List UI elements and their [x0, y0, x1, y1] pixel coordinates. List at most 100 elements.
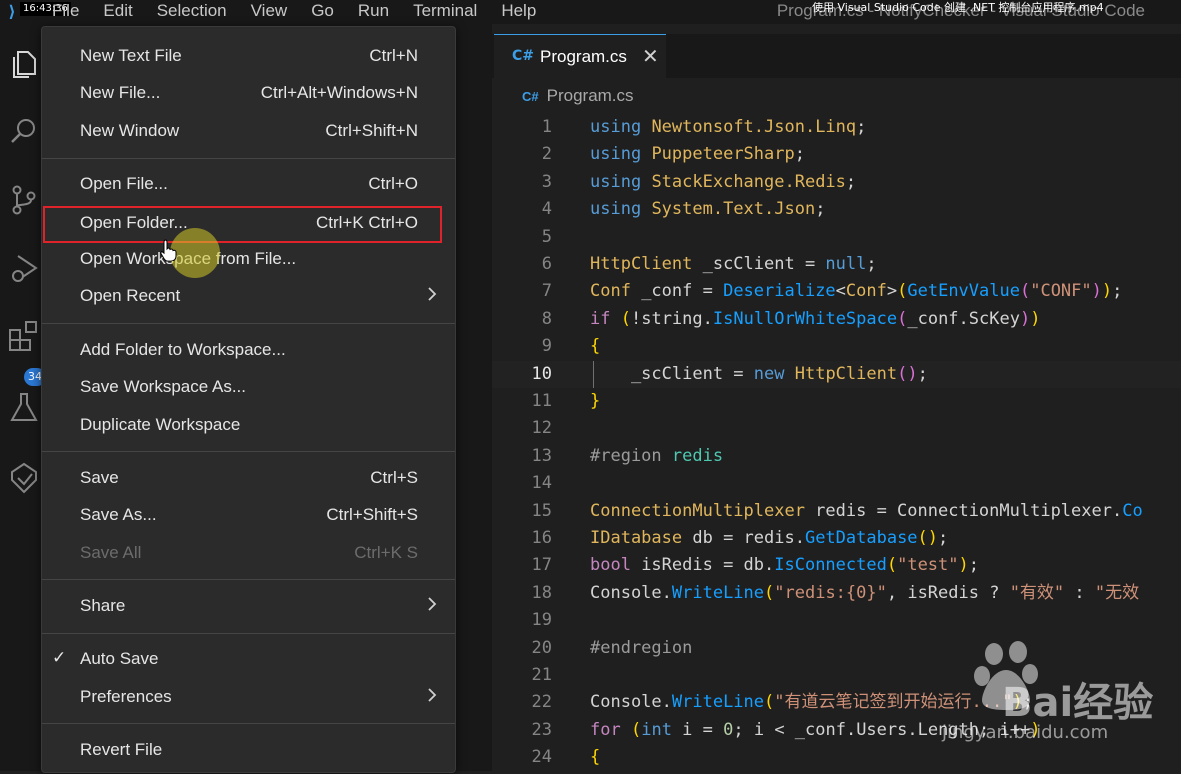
line-number: 17 [531, 555, 552, 576]
code-text: HttpClient _scClient = null; [590, 254, 877, 274]
code-text: { [590, 336, 601, 357]
menu-separator [42, 158, 455, 159]
code-text: bool isRedis = db.IsConnected("test"); [590, 555, 980, 576]
search-icon[interactable] [6, 114, 42, 150]
close-icon[interactable]: ✕ [642, 46, 659, 66]
code-line: 16 IDatabase db = redis.GetDatabase(); [492, 525, 1181, 552]
line-number: 15 [531, 500, 552, 521]
menu-item-auto-save[interactable]: ✓ Auto Save [42, 640, 455, 677]
line-number: 20 [531, 637, 552, 658]
line-number: 11 [531, 391, 552, 411]
code-text: ConnectionMultiplexer redis = Connection… [590, 500, 1143, 521]
code-text: #endregion [590, 637, 693, 658]
run-debug-icon[interactable] [6, 250, 42, 286]
source-control-icon[interactable] [6, 182, 42, 218]
code-text: IDatabase db = redis.GetDatabase(); [590, 528, 949, 548]
code-line: 4 using System.Text.Json; [492, 196, 1181, 223]
code-line: 15 ConnectionMultiplexer redis = Connect… [492, 498, 1181, 525]
code-line-current: 10 _scClient = new HttpClient(); [492, 360, 1181, 388]
menu-item-new-file[interactable]: New File... Ctrl+Alt+Windows+N [42, 74, 455, 111]
code-line: 3 using StackExchange.Redis; [492, 169, 1181, 196]
code-text: using StackExchange.Redis; [590, 171, 857, 192]
code-text: Console.WriteLine("redis:{0}", isRedis ?… [590, 582, 1140, 603]
menu-item-duplicate-workspace[interactable]: Duplicate Workspace [42, 406, 455, 443]
menu-view[interactable]: View [251, 0, 288, 24]
line-number: 10 [531, 363, 552, 384]
menu-file[interactable]: File [52, 0, 79, 24]
line-number: 13 [531, 445, 552, 466]
code-text: if (!string.IsNullOrWhiteSpace(_conf.ScK… [590, 308, 1041, 329]
checkmark-icon: ✓ [52, 648, 67, 668]
chevron-right-icon [428, 688, 437, 702]
line-number: 9 [541, 336, 552, 357]
line-number: 19 [531, 610, 552, 631]
menu-terminal[interactable]: Terminal [413, 0, 477, 24]
extensions-icon[interactable] [6, 318, 42, 354]
code-text: using PuppeteerSharp; [590, 144, 805, 165]
menu-item-open-recent[interactable]: Open Recent [42, 277, 455, 314]
code-line: 7 Conf _conf = Deserialize<Conf>(GetEnvV… [492, 278, 1181, 305]
menu-item-add-folder-to-workspace[interactable]: Add Folder to Workspace... [42, 331, 455, 368]
menu-bar: File Edit Selection View Go Run Terminal… [52, 0, 560, 24]
code-text: { [590, 747, 601, 768]
hand-cursor-icon [160, 239, 177, 261]
menu-item-open-workspace-from-file[interactable]: Open Workspace from File... [42, 240, 455, 277]
code-text: using Newtonsoft.Json.Linq; [590, 117, 867, 137]
menu-go[interactable]: Go [311, 0, 334, 24]
breadcrumb[interactable]: C# Program.cs [522, 86, 634, 106]
tab-label: Program.cs [540, 47, 627, 66]
menu-item-save[interactable]: Save Ctrl+S [42, 459, 455, 496]
line-number: 18 [531, 582, 552, 603]
menu-item-preferences[interactable]: Preferences [42, 678, 455, 715]
menu-item-share[interactable]: Share [42, 587, 455, 624]
remote-explorer-icon[interactable] [6, 460, 42, 496]
code-line: 14 [492, 470, 1181, 497]
tab-bar: C# Program.cs ✕ [492, 34, 1181, 79]
menu-separator [42, 579, 455, 580]
menu-item-new-window[interactable]: New Window Ctrl+Shift+N [42, 112, 455, 149]
menu-item-save-as[interactable]: Save As... Ctrl+Shift+S [42, 496, 455, 533]
menu-item-new-text-file[interactable]: New Text File Ctrl+N [42, 37, 455, 74]
video-title-overlay: 使用 Visual Studio Code 创建 .NET 控制台应用程序.mp… [812, 1, 1104, 14]
line-number: 16 [531, 528, 552, 548]
menu-separator [42, 633, 455, 634]
menu-separator [42, 323, 455, 324]
menu-item-save-workspace-as[interactable]: Save Workspace As... [42, 368, 455, 405]
line-number: 23 [531, 719, 552, 740]
line-number: 2 [541, 144, 552, 165]
line-number: 14 [531, 473, 552, 494]
code-line: 8 if (!string.IsNullOrWhiteSpace(_conf.S… [492, 306, 1181, 333]
tab-program-cs[interactable]: C# Program.cs ✕ [494, 34, 666, 79]
menu-selection[interactable]: Selection [157, 0, 227, 24]
title-bar: ⟩ 16:43:36 File Edit Selection View Go R… [0, 0, 1181, 24]
line-number: 5 [541, 226, 552, 247]
code-line: 6 HttpClient _scClient = null; [492, 251, 1181, 278]
line-number: 8 [541, 308, 552, 329]
code-line: 11 } [492, 388, 1181, 415]
menu-item-save-all: Save All Ctrl+K S [80, 543, 418, 562]
line-number: 4 [541, 199, 552, 220]
code-line: 18 Console.WriteLine("redis:{0}", isRedi… [492, 580, 1181, 607]
menu-item-open-file[interactable]: Open File... Ctrl+O [42, 165, 455, 202]
code-text: } [590, 391, 601, 411]
code-line: 9 { [492, 333, 1181, 360]
code-line: 13 #region redis [492, 443, 1181, 470]
code-line: 17 bool isRedis = db.IsConnected("test")… [492, 552, 1181, 579]
menu-run[interactable]: Run [358, 0, 389, 24]
line-number: 12 [531, 418, 552, 439]
file-menu: New Text File Ctrl+N New File... Ctrl+Al… [41, 26, 456, 773]
testing-icon[interactable] [6, 390, 42, 426]
menu-help[interactable]: Help [501, 0, 536, 24]
chevron-right-icon [428, 287, 437, 301]
code-line: 1 using Newtonsoft.Json.Linq; [492, 114, 1181, 141]
code-text: _scClient = new HttpClient(); [590, 363, 928, 384]
line-number: 7 [541, 281, 552, 302]
menu-edit[interactable]: Edit [103, 0, 132, 24]
watermark-url: jingyan.baidu.com [942, 722, 1109, 743]
line-number: 24 [531, 747, 552, 768]
line-number: 6 [541, 254, 552, 274]
csharp-file-icon: C# [522, 89, 539, 104]
menu-item-revert-file[interactable]: Revert File [42, 731, 455, 768]
code-text: using System.Text.Json; [590, 199, 826, 220]
explorer-icon[interactable] [6, 46, 42, 82]
